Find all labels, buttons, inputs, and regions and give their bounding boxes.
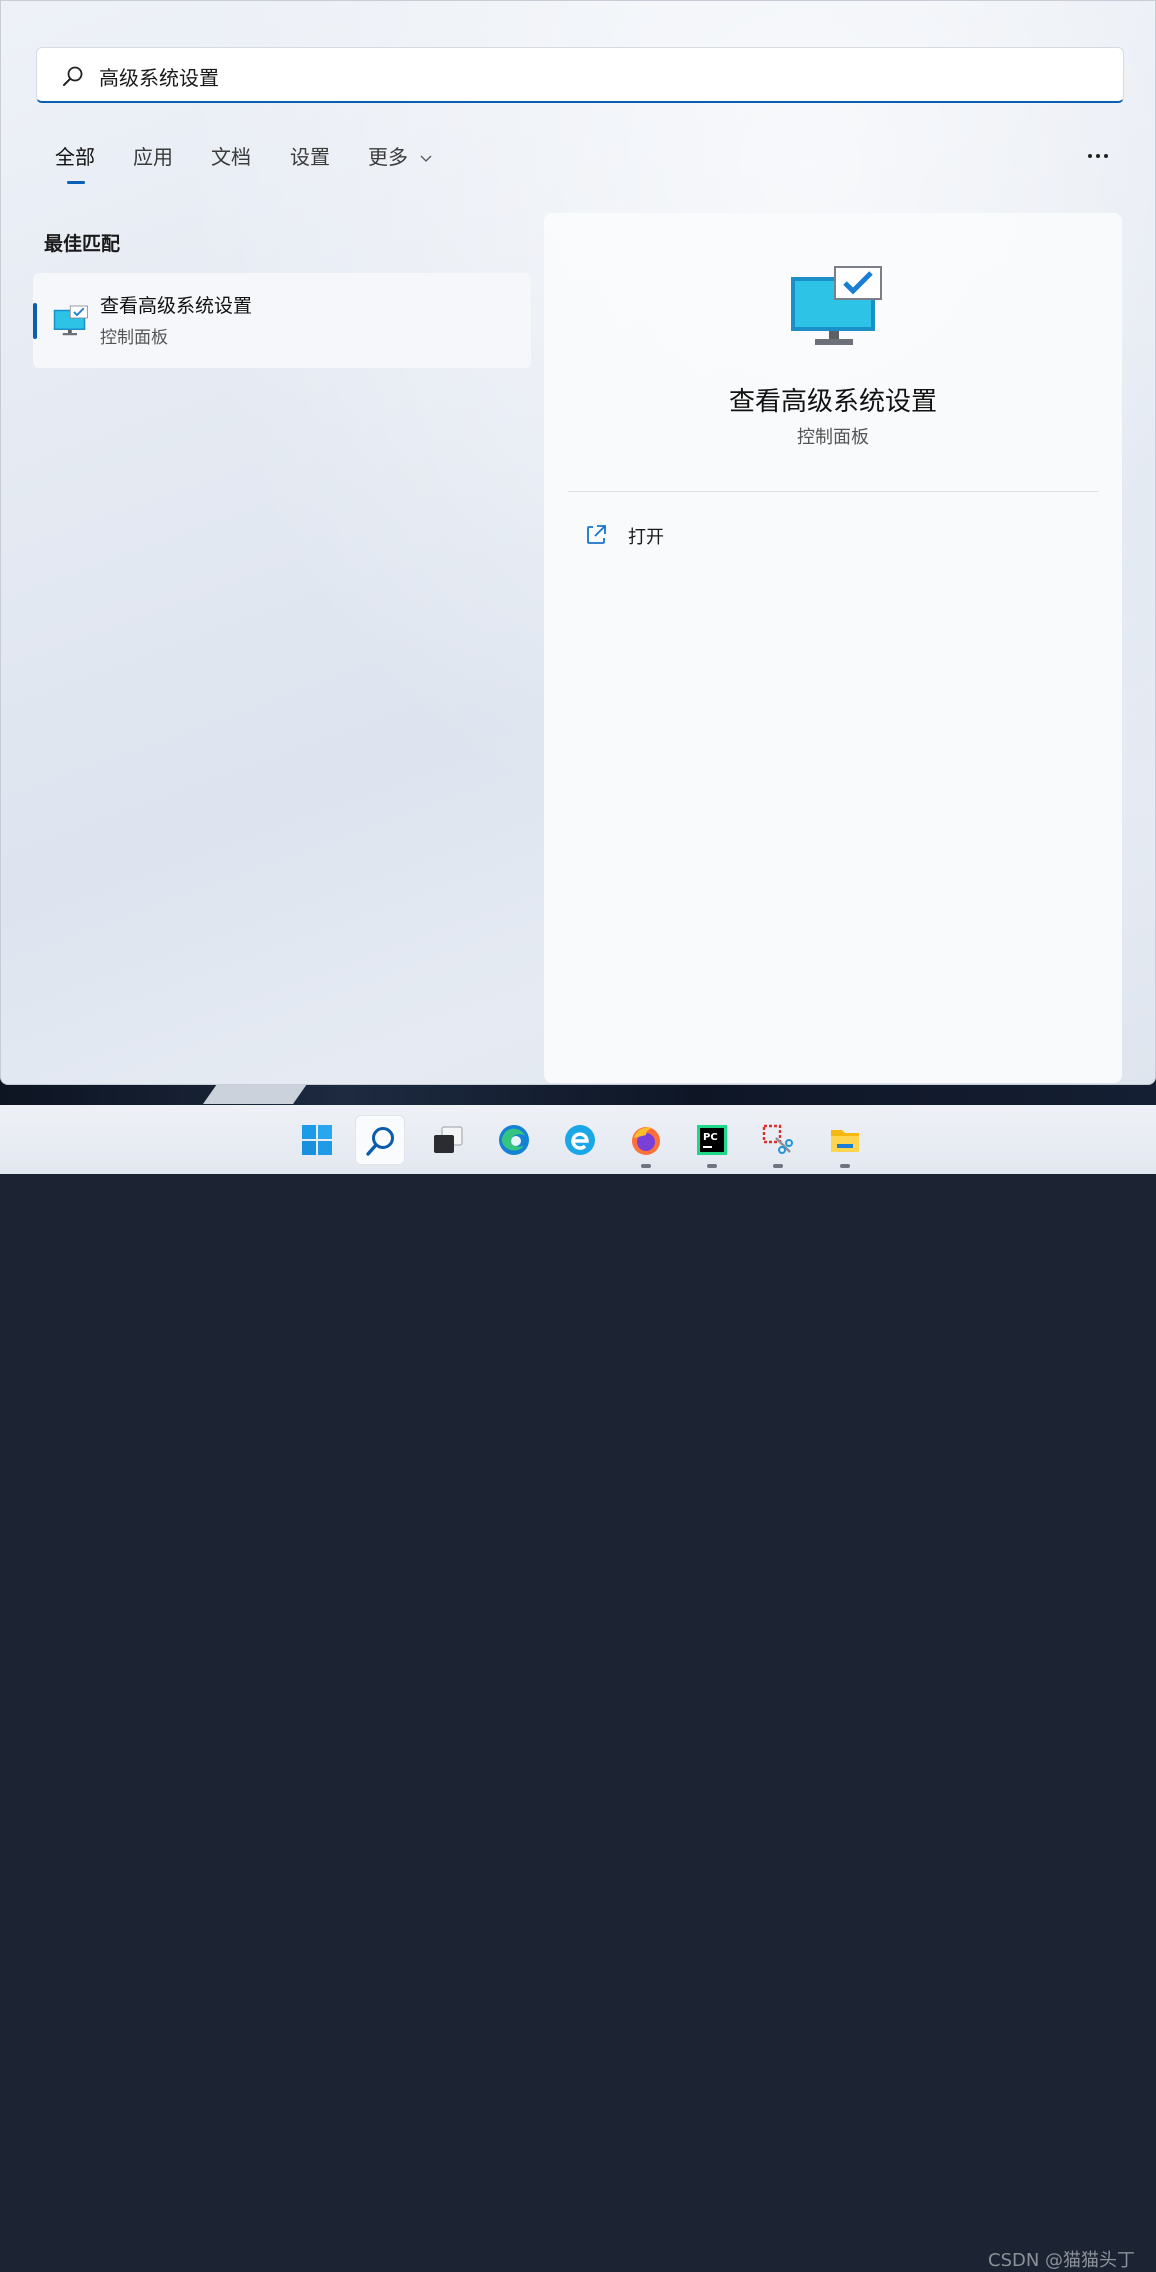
- tab-all[interactable]: 全部: [55, 141, 95, 184]
- taskbar-task-view[interactable]: [423, 1115, 473, 1165]
- tab-documents-label: 文档: [211, 145, 251, 169]
- task-view-icon: [434, 1126, 463, 1153]
- snipping-tool-icon: [762, 1124, 793, 1154]
- taskbar-edge[interactable]: [489, 1115, 539, 1165]
- taskbar-firefox[interactable]: [621, 1115, 671, 1168]
- computer-checkmark-icon: [53, 305, 88, 336]
- selection-accent-bar: [33, 303, 37, 339]
- tab-settings[interactable]: 设置: [290, 141, 330, 170]
- search-panel: 全部 应用 文档 设置 更多 最佳匹配: [0, 0, 1156, 1085]
- best-match-result[interactable]: 查看高级系统设置 控制面板: [33, 273, 531, 368]
- running-indicator: [707, 1164, 717, 1168]
- wallpaper-highlight: [202, 1084, 308, 1104]
- best-match-heading: 最佳匹配: [44, 233, 121, 255]
- tab-apps-label: 应用: [133, 145, 173, 169]
- firefox-icon: [632, 1127, 660, 1155]
- chevron-down-icon: [420, 155, 432, 162]
- active-tab-indicator: [67, 181, 85, 184]
- svg-text:PC: PC: [703, 1132, 718, 1143]
- computer-checkmark-icon: [791, 266, 882, 345]
- search-icon: [366, 1127, 394, 1156]
- search-box[interactable]: [36, 47, 1124, 103]
- detail-subtitle: 控制面板: [797, 427, 869, 448]
- open-external-icon: [587, 525, 606, 544]
- folder-icon: [831, 1130, 859, 1152]
- tab-documents[interactable]: 文档: [211, 141, 251, 170]
- taskbar: PC CSDN @猫猫头丁: [0, 1105, 1156, 2271]
- taskbar-snipping-tool[interactable]: [753, 1115, 803, 1168]
- result-subtitle: 控制面板: [100, 328, 168, 348]
- search-input[interactable]: [97, 58, 1101, 94]
- taskbar-start[interactable]: [292, 1115, 342, 1165]
- edge-icon: [499, 1125, 529, 1155]
- result-title: 查看高级系统设置: [100, 295, 253, 317]
- windows-logo-icon: [302, 1125, 332, 1155]
- running-indicator: [773, 1164, 783, 1168]
- detail-divider: [568, 491, 1098, 492]
- taskbar-pycharm[interactable]: PC: [687, 1115, 737, 1168]
- detail-title: 查看高级系统设置: [728, 387, 937, 417]
- tab-settings-label: 设置: [290, 145, 330, 169]
- taskbar-search[interactable]: [355, 1115, 405, 1165]
- detail-pane: 查看高级系统设置 控制面板 打开: [544, 213, 1122, 1083]
- tab-apps[interactable]: 应用: [133, 141, 173, 170]
- running-indicator: [641, 1164, 651, 1168]
- tab-more[interactable]: 更多: [368, 141, 432, 170]
- taskbar-file-explorer[interactable]: [820, 1115, 870, 1168]
- open-action-label: 打开: [628, 527, 664, 548]
- more-options-icon[interactable]: [1085, 149, 1113, 163]
- open-action[interactable]: 打开: [584, 521, 734, 551]
- tab-all-label: 全部: [55, 145, 95, 169]
- search-icon: [63, 66, 83, 86]
- taskbar-ie[interactable]: [555, 1115, 605, 1165]
- pycharm-icon: PC: [697, 1125, 727, 1155]
- tab-more-label: 更多: [368, 145, 408, 169]
- ie-icon: [565, 1125, 595, 1155]
- watermark: CSDN @猫猫头丁: [988, 2250, 1136, 2271]
- running-indicator: [840, 1164, 850, 1168]
